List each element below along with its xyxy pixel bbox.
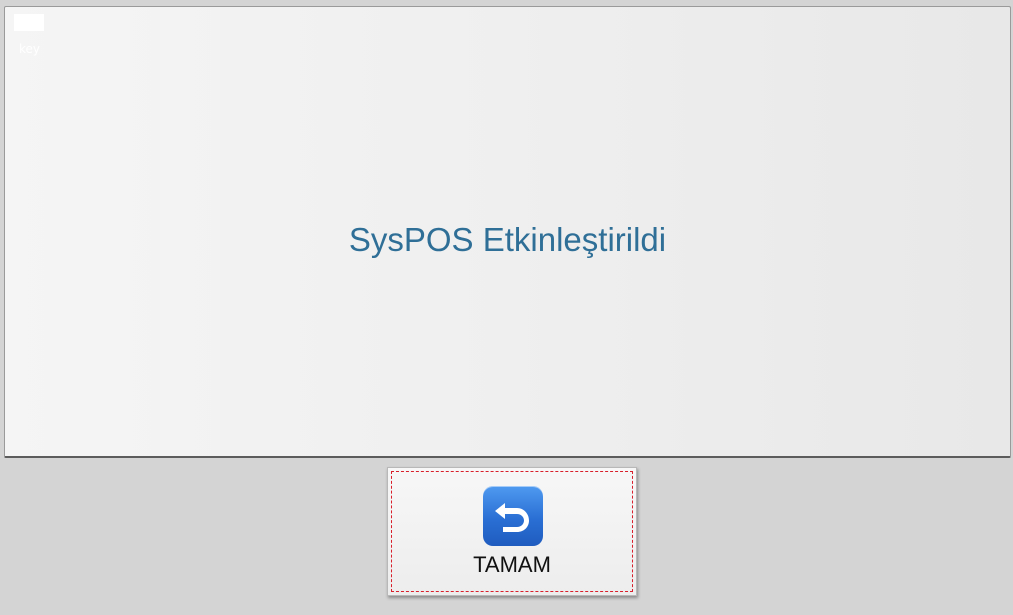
key-label: key <box>19 42 41 56</box>
ok-button-label: TAMAM <box>473 552 551 577</box>
message-panel: key SysPOS Etkinleştirildi <box>4 6 1011 458</box>
key-indicator-box <box>14 14 44 31</box>
activation-message: SysPOS Etkinleştirildi <box>348 221 667 258</box>
dialog-window: key SysPOS Etkinleştirildi TAMAM <box>0 0 1013 615</box>
ok-button[interactable]: TAMAM <box>387 467 637 596</box>
back-arrow-icon <box>483 486 543 546</box>
